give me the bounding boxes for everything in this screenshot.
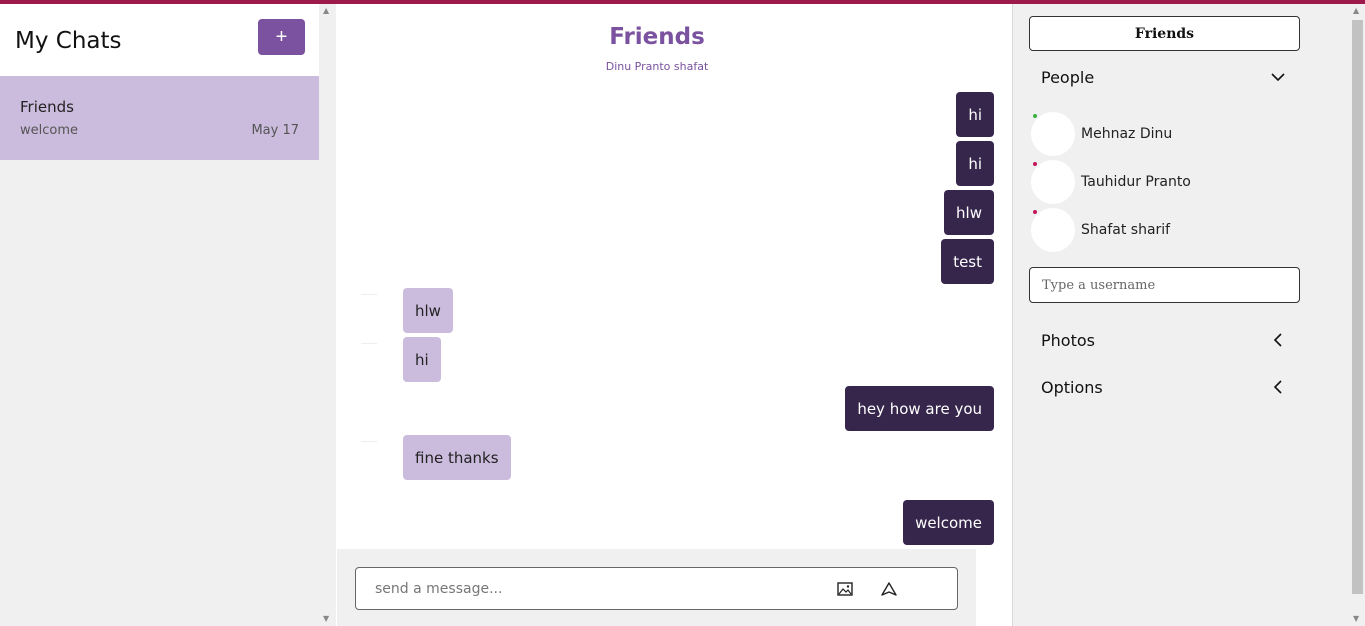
- chat-list-header: My Chats +: [0, 4, 319, 76]
- page-scrollbar[interactable]: ▲ ▼: [1349, 4, 1365, 626]
- message-outgoing: welcome: [903, 500, 994, 545]
- scroll-down-arrow-icon[interactable]: ▼: [323, 614, 329, 623]
- offline-status-dot: [1033, 162, 1037, 166]
- chat-item-name: Friends: [20, 98, 74, 116]
- scroll-down-arrow-icon[interactable]: ▼: [1353, 614, 1359, 623]
- chat-item-date: May 17: [251, 123, 299, 138]
- options-section-header[interactable]: Options: [1041, 378, 1103, 397]
- message-composer: [355, 567, 958, 610]
- sender-avatar-placeholder: [361, 294, 377, 295]
- avatar: [1031, 208, 1075, 252]
- people-section-header[interactable]: People: [1041, 68, 1094, 87]
- sender-avatar-placeholder: [361, 343, 377, 344]
- sender-avatar-placeholder: [361, 441, 377, 442]
- new-group-chat-button[interactable]: +: [258, 19, 305, 55]
- message-outgoing: hey how are you: [845, 386, 994, 431]
- chat-item-latest-message: welcome: [20, 123, 79, 138]
- online-status-dot: [1033, 114, 1037, 118]
- offline-status-dot: [1033, 210, 1037, 214]
- chat-list-title: My Chats: [15, 28, 122, 54]
- person-name: Mehnaz Dinu: [1081, 126, 1173, 142]
- message-outgoing: test: [941, 239, 994, 284]
- username-search-input[interactable]: [1029, 267, 1300, 303]
- message-input[interactable]: [375, 578, 805, 600]
- person-item[interactable]: Mehnaz Dinu: [1031, 112, 1291, 156]
- person-name: Shafat sharif: [1081, 222, 1171, 238]
- message-incoming: hi: [403, 337, 441, 382]
- group-name-button[interactable]: Friends: [1029, 16, 1300, 51]
- scroll-up-arrow-icon[interactable]: ▲: [1353, 6, 1359, 15]
- message-incoming: fine thanks: [403, 435, 511, 480]
- composer-area: [337, 549, 976, 626]
- message-incoming: hlw: [403, 288, 453, 333]
- person-item[interactable]: Shafat sharif: [1031, 208, 1291, 252]
- conversation-panel: Friends Dinu Pranto shafat hi hi hlw tes…: [337, 4, 1012, 626]
- message-outgoing: hlw: [944, 190, 994, 235]
- chevron-left-icon[interactable]: [1271, 380, 1285, 394]
- chevron-left-icon[interactable]: [1271, 333, 1285, 347]
- scroll-up-arrow-icon[interactable]: ▲: [323, 6, 329, 15]
- message-outgoing: hi: [956, 141, 994, 186]
- conversation-title: Friends: [609, 24, 705, 50]
- person-name: Tauhidur Pranto: [1081, 174, 1191, 190]
- scrollbar-thumb[interactable]: [1352, 20, 1363, 594]
- send-icon[interactable]: [880, 580, 898, 598]
- chat-list-scrollbar[interactable]: ▲ ▼: [319, 4, 336, 626]
- chat-list-panel: My Chats + Friends welcome May 17 ▲ ▼: [0, 4, 336, 626]
- person-item[interactable]: Tauhidur Pranto: [1031, 160, 1291, 204]
- message-outgoing: hi: [956, 92, 994, 137]
- image-icon[interactable]: [836, 580, 854, 598]
- avatar: [1031, 160, 1075, 204]
- photos-section-header[interactable]: Photos: [1041, 331, 1095, 350]
- conversation-members: Dinu Pranto shafat: [605, 60, 709, 73]
- chevron-down-icon[interactable]: [1271, 70, 1285, 84]
- avatar: [1031, 112, 1075, 156]
- chat-details-panel: Friends People Mehnaz Dinu Tauhidur Pran…: [1012, 4, 1365, 626]
- chat-list-item-friends[interactable]: Friends welcome May 17: [0, 76, 319, 160]
